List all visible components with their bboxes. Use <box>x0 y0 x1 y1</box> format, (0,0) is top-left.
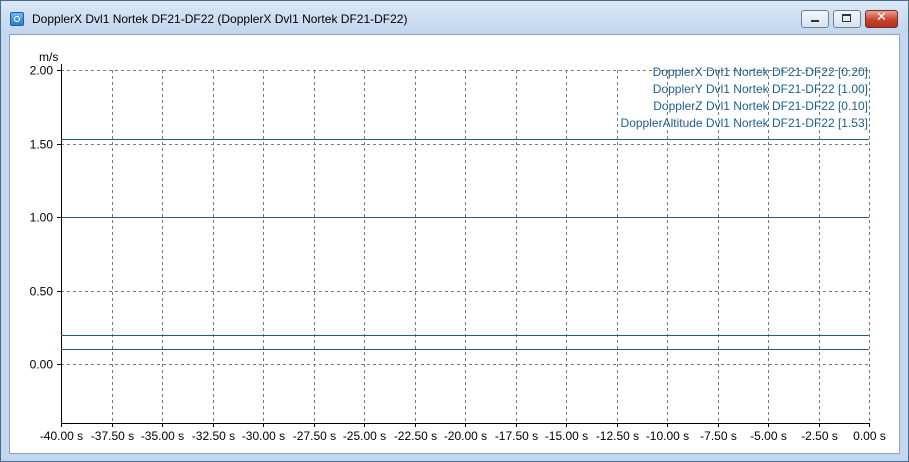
x-tick-label: -15.00 s <box>545 429 588 443</box>
y-tick-label: 1.50 <box>30 138 54 152</box>
title-bar[interactable]: DopplerX Dvl1 Nortek DF21-DF22 (DopplerX… <box>1 1 908 35</box>
x-tick-label: -10.00 s <box>646 429 689 443</box>
x-tick-label: -5.00 s <box>750 429 787 443</box>
x-tick-label: -32.50 s <box>192 429 235 443</box>
x-tick-label: -2.50 s <box>801 429 838 443</box>
chart-window: DopplerX Dvl1 Nortek DF21-DF22 (DopplerX… <box>0 0 909 462</box>
line-chart: 2.00 1.50 1.00 0.50 0.00 -40.00 s -37.50 s -35.… <box>30 50 886 443</box>
x-tick-label: -27.50 s <box>293 429 336 443</box>
y-tick-label: 0.50 <box>30 285 54 299</box>
y-tick-label: 0.00 <box>30 358 54 372</box>
close-icon: ✕ <box>876 10 887 25</box>
close-button[interactable]: ✕ <box>865 10 898 28</box>
x-tick-label: -37.50 s <box>91 429 134 443</box>
x-tick-label: 0.00 s <box>853 429 886 443</box>
x-tick-label: -12.50 s <box>596 429 639 443</box>
maximize-button[interactable] <box>833 10 861 28</box>
window-title: DopplerX Dvl1 Nortek DF21-DF22 (DopplerX… <box>32 12 408 26</box>
app-icon[interactable] <box>10 12 24 26</box>
x-tick-label: -35.00 s <box>141 429 184 443</box>
minimize-icon <box>811 20 819 22</box>
x-tick-label: -25.00 s <box>343 429 386 443</box>
legend-entry: DopplerAltitude Dvl1 Nortek DF21-DF22 [1… <box>621 116 868 130</box>
x-tick-label: -30.00 s <box>242 429 285 443</box>
y-tick-label: 2.00 <box>30 64 54 78</box>
x-tick-label: -20.00 s <box>444 429 487 443</box>
x-tick-label: -17.50 s <box>495 429 538 443</box>
x-tick-label: -22.50 s <box>394 429 437 443</box>
legend: DopplerX Dvl1 Nortek DF21-DF22 [0.20] Dop… <box>621 65 868 130</box>
legend-entry: DopplerX Dvl1 Nortek DF21-DF22 [0.20] <box>653 65 868 79</box>
y-tick-label: 1.00 <box>30 211 54 225</box>
chart-area: 2.00 1.50 1.00 0.50 0.00 -40.00 s -37.50 s -35.… <box>9 34 900 454</box>
legend-entry: DopplerZ Dvl1 Nortek DF21-DF22 [0.10] <box>653 99 868 113</box>
x-tick-label: -7.50 s <box>700 429 737 443</box>
maximize-icon <box>842 14 851 22</box>
x-tick-label: -40.00 s <box>40 429 83 443</box>
legend-entry: DopplerY Dvl1 Nortek DF21-DF22 [1.00] <box>653 82 868 96</box>
minimize-button[interactable] <box>801 10 829 28</box>
y-axis-unit-label: m/s <box>39 50 58 64</box>
